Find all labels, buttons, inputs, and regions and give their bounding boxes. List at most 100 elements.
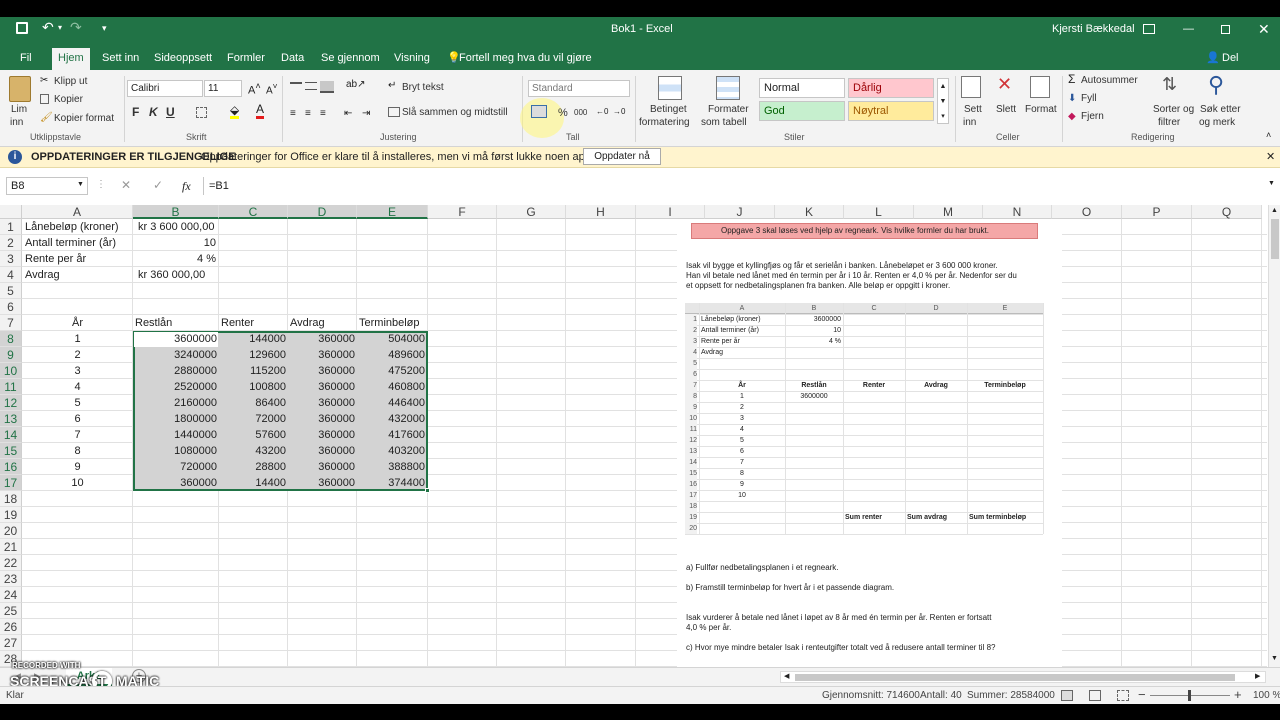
percent-button[interactable]: % xyxy=(558,107,568,119)
currency-format-icon[interactable] xyxy=(531,105,547,118)
row-header-3[interactable]: 3 xyxy=(0,251,22,267)
conditional-formatting-button[interactable]: Betinget xyxy=(650,104,687,115)
cell-year[interactable]: 6 xyxy=(22,411,133,427)
increase-decimal-icon[interactable]: ←0 xyxy=(596,107,608,116)
align-top-icon[interactable] xyxy=(290,82,302,90)
tab-home[interactable]: Hjem xyxy=(52,48,90,70)
cell-balance[interactable]: 1800000 xyxy=(133,411,217,427)
decrease-decimal-icon[interactable]: →0 xyxy=(613,107,625,116)
table-header-interest[interactable]: Renter xyxy=(221,315,288,331)
style-normal[interactable]: Normal xyxy=(759,78,845,98)
cell-installment[interactable]: 360000 xyxy=(288,379,355,395)
column-header-l[interactable]: L xyxy=(844,205,914,219)
wrap-text-button[interactable]: Bryt tekst xyxy=(402,82,444,93)
page-break-view-icon[interactable] xyxy=(1117,690,1129,701)
tab-insert[interactable]: Sett inn xyxy=(96,48,145,70)
indent-decrease-icon[interactable]: ⇤ xyxy=(344,108,352,119)
row-header-15[interactable]: 15 xyxy=(0,443,22,459)
row-header-1[interactable]: 1 xyxy=(0,219,22,235)
cell-interest[interactable]: 14400 xyxy=(219,475,286,491)
cell-interest[interactable]: 100800 xyxy=(219,379,286,395)
format-as-table-button-line2[interactable]: som tabell xyxy=(701,117,747,128)
row-header-13[interactable]: 13 xyxy=(0,411,22,427)
find-select-button[interactable]: Søk etter xyxy=(1200,104,1241,115)
share-button[interactable]: Del xyxy=(1216,48,1245,70)
tab-view[interactable]: Visning xyxy=(388,48,436,70)
row-header-7[interactable]: 7 xyxy=(0,315,22,331)
cell-installment[interactable]: 360000 xyxy=(288,459,355,475)
copy-button[interactable]: Kopier xyxy=(54,94,83,105)
minimize-icon[interactable]: — xyxy=(1183,23,1194,35)
sort-filter-button-line2[interactable]: filtrer xyxy=(1158,117,1180,128)
cell-installment[interactable]: 360000 xyxy=(288,395,355,411)
cell-interest[interactable]: 43200 xyxy=(219,443,286,459)
row-header-21[interactable]: 21 xyxy=(0,539,22,555)
cell-balance[interactable]: 2520000 xyxy=(133,379,217,395)
font-name-select[interactable]: Calibri xyxy=(127,80,203,97)
row-header-18[interactable]: 18 xyxy=(0,491,22,507)
cell-year[interactable]: 2 xyxy=(22,347,133,363)
column-header-b[interactable]: B xyxy=(133,205,219,219)
cell-year[interactable]: 5 xyxy=(22,395,133,411)
cell-payment[interactable]: 489600 xyxy=(357,347,425,363)
param-label[interactable]: Lånebeløp (kroner) xyxy=(25,219,131,235)
infobar-close-icon[interactable]: ✕ xyxy=(1266,150,1275,163)
bold-button[interactable]: F xyxy=(132,105,139,119)
cell-year[interactable]: 3 xyxy=(22,363,133,379)
cell-balance[interactable]: 1080000 xyxy=(133,443,217,459)
column-header-g[interactable]: G xyxy=(497,205,566,219)
status-sum[interactable]: Summer: 28584000 xyxy=(967,690,1055,701)
column-header-q[interactable]: Q xyxy=(1192,205,1262,219)
fill-handle[interactable] xyxy=(425,488,430,493)
column-header-d[interactable]: D xyxy=(288,205,357,219)
cell-installment[interactable]: 360000 xyxy=(288,411,355,427)
hscroll-right-icon[interactable]: ▶ xyxy=(1255,672,1260,680)
cell-installment[interactable]: 360000 xyxy=(288,331,355,347)
cell-payment[interactable]: 504000 xyxy=(357,331,425,347)
update-now-button[interactable]: Oppdater nå xyxy=(583,148,661,165)
row-header-5[interactable]: 5 xyxy=(0,283,22,299)
cell-year[interactable]: 10 xyxy=(22,475,133,491)
hscroll-thumb[interactable] xyxy=(795,674,1235,681)
table-header-installment[interactable]: Avdrag xyxy=(290,315,357,331)
save-icon[interactable] xyxy=(16,22,28,34)
borders-icon[interactable] xyxy=(196,107,207,118)
cell-payment[interactable]: 446400 xyxy=(357,395,425,411)
row-header-16[interactable]: 16 xyxy=(0,459,22,475)
cell-balance[interactable]: 360000 xyxy=(133,475,217,491)
cell-balance[interactable]: 720000 xyxy=(133,459,217,475)
fill-color-icon[interactable]: ⬙ xyxy=(230,104,240,119)
style-good[interactable]: God xyxy=(759,101,845,121)
row-header-10[interactable]: 10 xyxy=(0,363,22,379)
undo-dropdown-icon[interactable]: ▾ xyxy=(58,23,62,32)
row-header-9[interactable]: 9 xyxy=(0,347,22,363)
tab-data[interactable]: Data xyxy=(275,48,310,70)
format-painter-button[interactable]: Kopier format xyxy=(54,113,114,124)
zoom-level[interactable]: 100 % xyxy=(1253,690,1280,701)
cell-payment[interactable]: 417600 xyxy=(357,427,425,443)
param-label[interactable]: Antall terminer (år) xyxy=(25,235,131,251)
confirm-entry-icon[interactable]: ✓ xyxy=(153,178,163,192)
cell-interest[interactable]: 57600 xyxy=(219,427,286,443)
find-select-button-line2[interactable]: og merk xyxy=(1199,117,1235,128)
align-center-icon[interactable]: ≡ xyxy=(305,108,311,119)
column-header-i[interactable]: I xyxy=(636,205,705,219)
column-header-m[interactable]: M xyxy=(914,205,983,219)
column-header-j[interactable]: J xyxy=(705,205,775,219)
cell-payment[interactable]: 460800 xyxy=(357,379,425,395)
row-header-20[interactable]: 20 xyxy=(0,523,22,539)
font-color-icon[interactable]: A xyxy=(256,103,265,119)
row-header-8[interactable]: 8 xyxy=(0,331,22,347)
orientation-icon[interactable]: ab↗ xyxy=(346,79,366,90)
cut-button[interactable]: Klipp ut xyxy=(54,76,87,87)
cell-balance[interactable]: 2880000 xyxy=(133,363,217,379)
underline-button[interactable]: U xyxy=(166,105,175,119)
style-neutral[interactable]: Nøytral xyxy=(848,101,934,121)
cell-year[interactable]: 7 xyxy=(22,427,133,443)
row-header-12[interactable]: 12 xyxy=(0,395,22,411)
scroll-down-icon[interactable]: ▼ xyxy=(1271,655,1278,662)
cell-installment[interactable]: 360000 xyxy=(288,443,355,459)
formula-input[interactable] xyxy=(203,177,1268,195)
tab-review[interactable]: Se gjennom xyxy=(315,48,386,70)
table-header-payment[interactable]: Terminbeløp xyxy=(359,315,428,331)
